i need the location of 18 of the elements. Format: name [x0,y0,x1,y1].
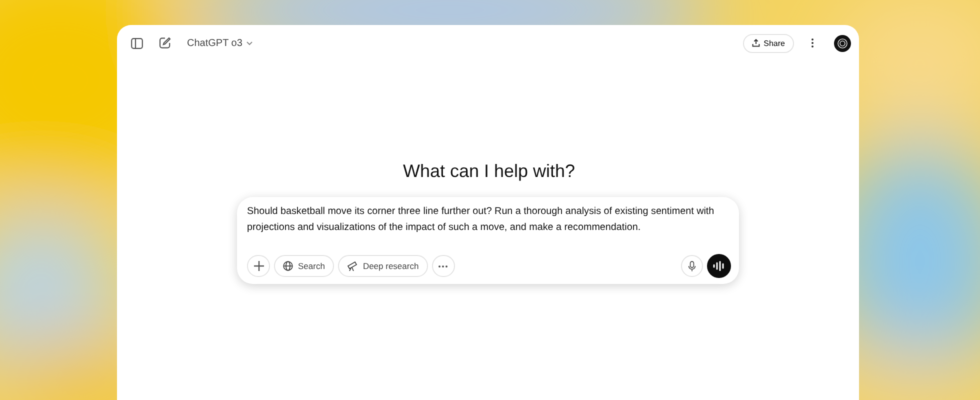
share-button[interactable]: Share [742,34,794,52]
microphone-icon[interactable] [681,255,703,277]
waveform-icon [713,261,725,271]
plus-button[interactable] [247,255,270,277]
more-icon [438,264,448,268]
research-button[interactable]: Deep research [338,255,428,277]
prompt-composer[interactable] [237,197,739,284]
heading: What can I help with? [402,161,576,182]
globe-icon [283,261,293,271]
plus-icon [254,261,264,271]
avatar[interactable] [834,34,851,52]
prompt-text: Should basketball move its corner three line further out? Run a thorough analysis of existing sentiment with projections and visualizations of the impact of such a move, and make a recommendation. [247,205,716,234]
model-selector[interactable]: ChatGPT o3 [183,38,258,48]
voice-mode-button[interactable] [707,254,731,278]
search-button[interactable]: Search [274,255,334,277]
upload-icon [752,39,760,47]
chevron-down-icon [246,40,254,46]
telescope-icon [346,261,358,271]
